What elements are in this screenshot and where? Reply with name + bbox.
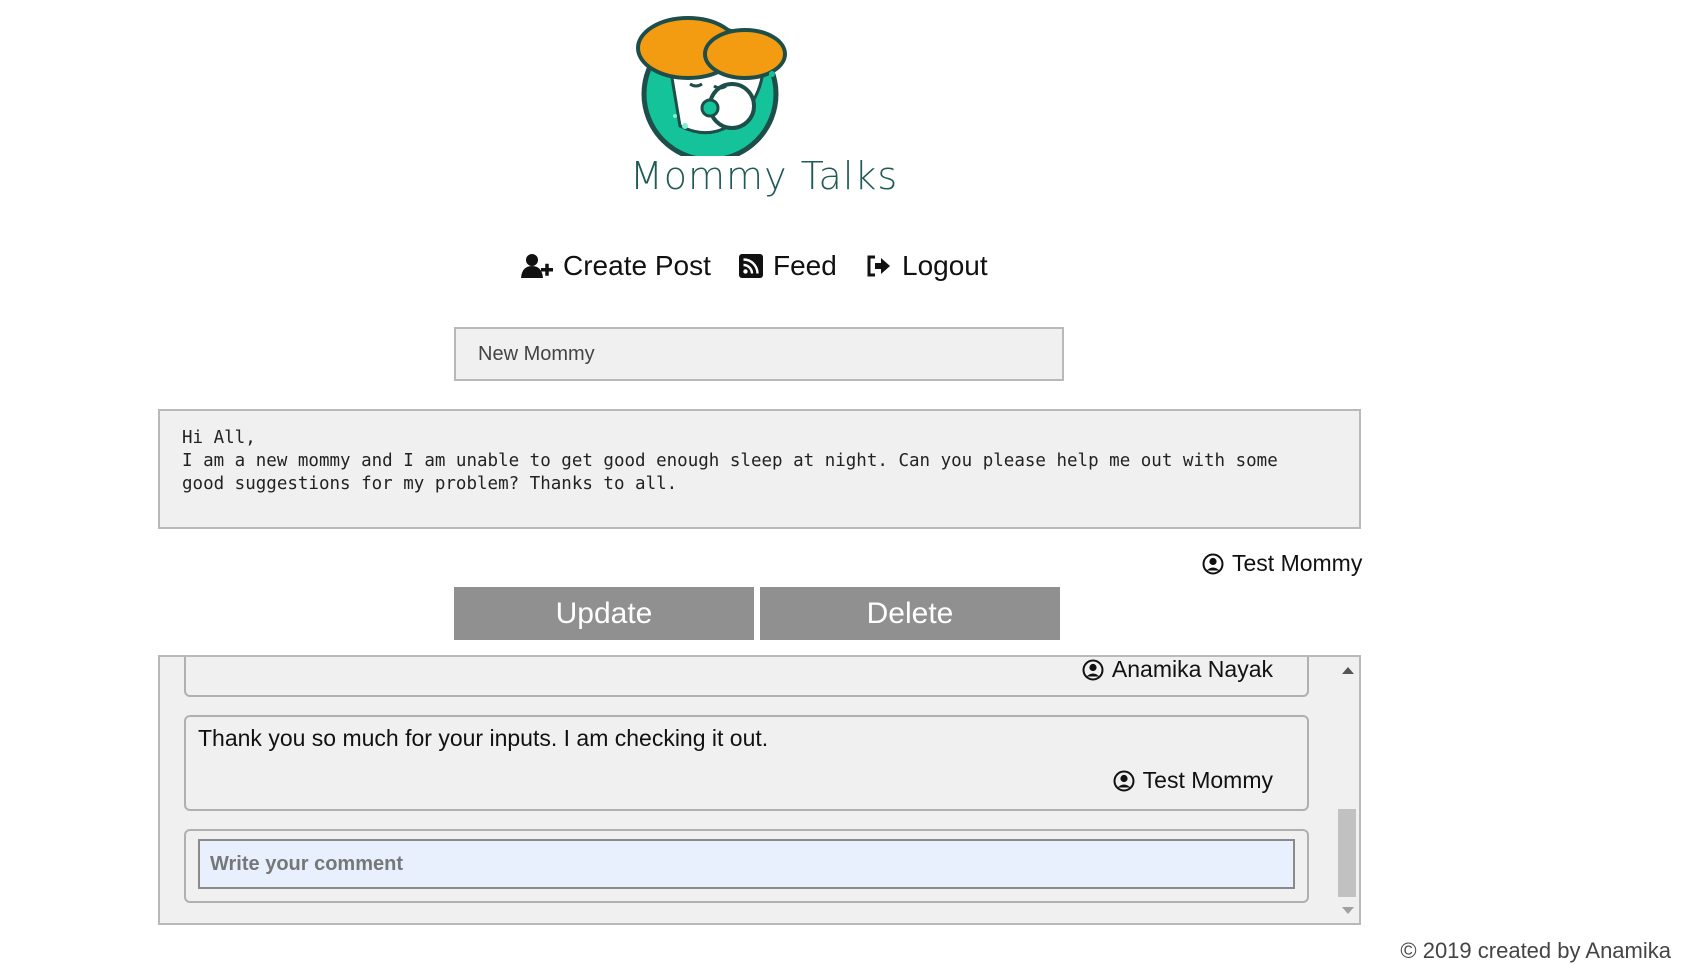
user-circle-icon bbox=[1113, 770, 1135, 791]
comment-author-name: Anamika Nayak bbox=[1111, 656, 1273, 682]
sign-out-icon bbox=[867, 255, 890, 277]
comment-text: Thank you so much for your inputs. I am … bbox=[198, 725, 769, 751]
user-circle-icon bbox=[1082, 659, 1104, 680]
scroll-up-arrow-icon[interactable] bbox=[1342, 667, 1354, 674]
nav-create-post[interactable]: Create Post bbox=[521, 250, 711, 282]
comment-author-name: Test Mommy bbox=[1142, 767, 1273, 793]
update-button[interactable]: Update bbox=[454, 587, 754, 640]
post-body-field[interactable]: Hi All, I am a new mommy and I am unable… bbox=[158, 409, 1361, 529]
post-author-name: Test Mommy bbox=[1232, 550, 1363, 576]
comment-card: Thank you so much for your inputs. I am … bbox=[184, 715, 1309, 811]
comment-card: Anamika Nayak bbox=[184, 656, 1309, 697]
main-nav: Create Post Feed Logout bbox=[0, 250, 1687, 290]
post-author: Test Mommy bbox=[1202, 550, 1362, 577]
comment-author: Anamika Nayak bbox=[1082, 656, 1273, 683]
scroll-thumb[interactable] bbox=[1338, 809, 1356, 897]
post-title-field[interactable]: New Mommy bbox=[454, 327, 1064, 381]
comments-panel[interactable]: Anamika Nayak Thank you so much for your… bbox=[158, 655, 1361, 925]
logo: Mommy Talks bbox=[630, 6, 960, 206]
nav-create-post-label: Create Post bbox=[563, 250, 711, 281]
footer-credit: © 2019 created by Anamika bbox=[1400, 938, 1671, 963]
rss-square-icon bbox=[739, 254, 763, 278]
brand-name: Mommy Talks bbox=[630, 154, 899, 198]
scroll-down-arrow-icon[interactable] bbox=[1342, 907, 1354, 914]
user-plus-icon bbox=[521, 254, 553, 278]
comment-input[interactable] bbox=[198, 839, 1295, 889]
nav-logout-label: Logout bbox=[902, 250, 988, 281]
nav-feed-label: Feed bbox=[773, 250, 837, 281]
comments-scrollbar[interactable] bbox=[1337, 657, 1357, 923]
nav-feed[interactable]: Feed bbox=[739, 250, 837, 282]
delete-button[interactable]: Delete bbox=[760, 587, 1060, 640]
mother-baby-logo-icon bbox=[636, 16, 787, 163]
user-circle-icon bbox=[1202, 553, 1224, 574]
comment-input-wrapper bbox=[184, 829, 1309, 903]
comment-author: Test Mommy bbox=[1113, 767, 1273, 794]
nav-logout[interactable]: Logout bbox=[866, 250, 988, 282]
